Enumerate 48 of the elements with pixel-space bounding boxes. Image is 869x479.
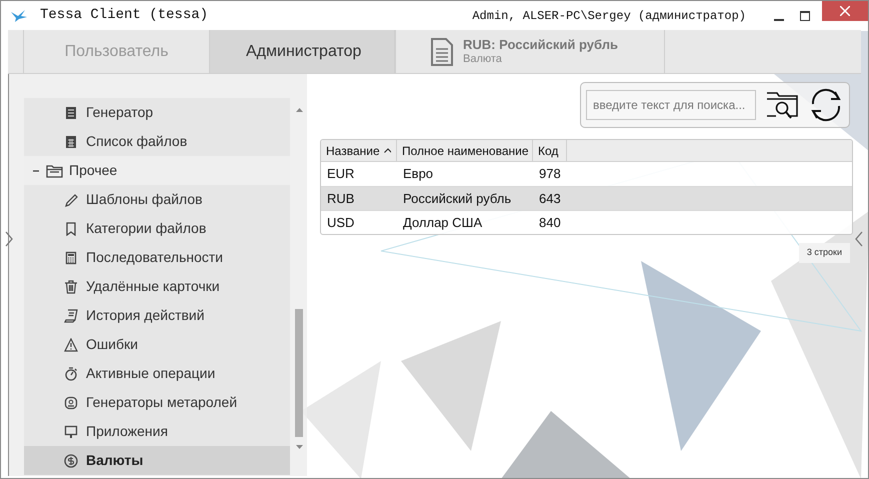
trash-icon: [64, 280, 78, 294]
folder-search-icon[interactable]: [766, 90, 798, 120]
tree-item[interactable]: Валюты: [24, 446, 290, 475]
card-subtitle: Валюта: [463, 52, 503, 66]
tree-item[interactable]: Удалённые карточки: [24, 272, 290, 301]
column-header[interactable]: Полное наименование: [397, 140, 533, 161]
table-row[interactable]: USD Доллар США 840: [321, 210, 852, 234]
tree-item[interactable]: Генераторы метаролей: [24, 388, 290, 417]
tree-item[interactable]: Последовательности: [24, 243, 290, 272]
tree-item[interactable]: История действий: [24, 301, 290, 330]
minimize-icon: [774, 18, 784, 20]
dollar-icon: [64, 454, 78, 468]
card-tab[interactable]: RUB: Российский рубль Валюта: [395, 30, 665, 73]
bird-logo-icon: [11, 10, 27, 22]
row-count: 3 строки: [798, 243, 850, 262]
scrollbar-thumb[interactable]: [295, 309, 303, 437]
column-header[interactable]: Название: [321, 140, 397, 161]
pencil-icon: [64, 192, 78, 206]
close-button[interactable]: [822, 1, 868, 21]
expand-right-icon[interactable]: [855, 231, 863, 247]
window-title: Tessa Client (tessa): [40, 6, 208, 25]
user-label: Admin, ALSER-PC\Sergey (администратор): [472, 8, 746, 24]
tree-item[interactable]: Активные операции: [24, 359, 290, 388]
monitor-icon: [64, 424, 78, 438]
table-row[interactable]: EUR Евро 978: [321, 162, 852, 186]
tree-item[interactable]: Приложения: [24, 417, 290, 446]
user-badge-icon: [64, 396, 78, 410]
scroll-up-icon: [296, 108, 302, 112]
tree-item[interactable]: Список файлов: [24, 127, 290, 156]
folder-icon: [46, 164, 63, 178]
tab[interactable]: Администратор: [209, 30, 395, 73]
scroll-icon: [64, 308, 78, 322]
bookmark-icon: [64, 222, 78, 236]
card-title: RUB: Российский рубль: [463, 36, 618, 53]
warning-icon: [64, 338, 78, 352]
expand-left-icon[interactable]: [5, 231, 13, 247]
column-header[interactable]: Код: [533, 140, 567, 161]
stopwatch-icon: [64, 366, 78, 380]
scroll-down-icon: [296, 445, 302, 449]
search-field[interactable]: введите текст для поиска...: [586, 90, 756, 120]
tree-item[interactable]: Ошибки: [24, 330, 290, 359]
tree-item[interactable]: Категории файлов: [24, 214, 290, 243]
spreadsheet-icon: [64, 134, 78, 148]
table-row[interactable]: RUB Российский рубль 643: [321, 186, 852, 210]
close-icon: [840, 6, 850, 16]
maximize-icon: [800, 10, 810, 20]
tree-item[interactable]: Генератор: [24, 98, 290, 127]
tree-item[interactable]: Шаблоны файлов: [24, 185, 290, 214]
